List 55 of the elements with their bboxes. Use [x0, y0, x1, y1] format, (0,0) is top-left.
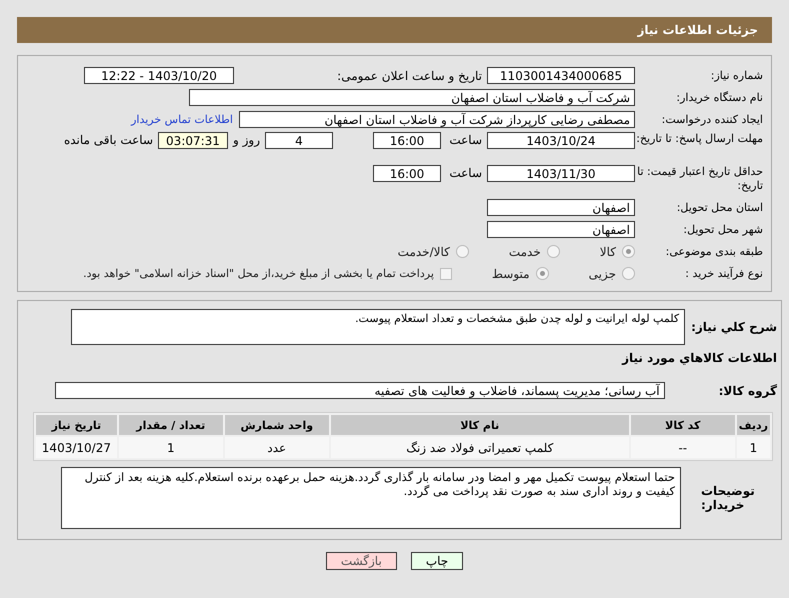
field-label: توضیحات خریدار: [700, 484, 756, 512]
remaining-label: ساعت باقی مانده [62, 132, 154, 149]
table-cell: 1403/10/27 [36, 437, 117, 458]
time-field: 16:00 [373, 165, 441, 182]
announce-date-field: 1403/10/20 - 12:22 [84, 67, 234, 84]
field-label: استان محل تحویل: [676, 201, 764, 214]
field-label: شرح کلي نياز: [690, 320, 777, 334]
goods-group-field: آب رسانی؛ مدیریت پسماند، فاضلاب و فعالیت های تصفیه [54, 382, 665, 399]
field-label: شهر محل تحویل: [682, 223, 764, 236]
description-field: کلمپ لوله ایرانیت و لوله چدن طبق مشخصات و تعداد استعلام پیوست. [71, 309, 686, 345]
field-label: طبقه بندی موضوعی: [664, 245, 764, 258]
payment-checkbox[interactable]: پرداخت تمام یا بخشی از مبلغ خرید،از محل "اسناد خزانه اسلامی" خواهد بود. [83, 267, 452, 280]
table-cell: -- [630, 437, 735, 458]
table-cell: 1 [736, 437, 770, 458]
table-cell: کلمپ تعمیراتی فولاد ضد زنگ [330, 437, 629, 458]
days-label: روز و [232, 132, 261, 149]
column-header: تاریخ نیاز [36, 415, 117, 435]
date-field: 1403/10/24 [487, 132, 635, 149]
remaining-time-field: 03:07:31 [158, 132, 228, 149]
category-radio[interactable]: کالا [600, 244, 635, 258]
date-field: 1403/11/30 [487, 165, 635, 182]
field-label: نوع فرآیند خرید : [684, 267, 764, 280]
column-header: تعداد / مقدار [118, 415, 223, 435]
column-header: ردیف [736, 415, 770, 435]
table-cell: 1 [118, 437, 223, 458]
process-radio[interactable]: متوسط [492, 266, 549, 280]
buyer-contact-link[interactable]: اطلاعات تماس خریدار [131, 113, 239, 126]
time-label: ساعت [448, 165, 483, 182]
back-button[interactable]: بازگشت [326, 552, 397, 570]
field-label: حداقل تاریخ اعتبار قیمت: تا تاریخ: [636, 165, 764, 193]
field-label: گروه کالا: [718, 384, 777, 398]
category-radio[interactable]: کالا/خدمت [398, 244, 469, 258]
time-field: 16:00 [373, 132, 441, 149]
category-radio[interactable]: خدمت [508, 244, 560, 258]
page-title: جزئیات اطلاعات نیاز [637, 23, 758, 37]
field-label: نام دستگاه خریدار: [675, 91, 764, 104]
need-number-field: 1103001434000685 [487, 67, 635, 84]
print-button[interactable]: چاپ [410, 552, 464, 570]
field-label: تاریخ و ساعت اعلان عمومی: [336, 68, 483, 82]
column-header: واحد شمارش [224, 415, 329, 435]
section-title: اطلاعات کالاهاي مورد نياز [620, 350, 777, 365]
process-radio[interactable]: جزیی [588, 266, 635, 280]
buyer-notes-field: حتما استعلام پیوست تکمیل مهر و امضا ودر سامانه بار گذاری گردد.هزینه حمل برعهده برنده استعلام.کلیه هزینه بعد از کنترل کیفیت و روند اداری سند به صورت نقد پرداخت می گردد. [61, 467, 681, 529]
province-field: اصفهان [487, 199, 635, 216]
column-header: نام کالا [330, 415, 629, 435]
column-header: کد کالا [630, 415, 735, 435]
time-label: ساعت [448, 132, 483, 149]
city-field: اصفهان [487, 221, 635, 238]
buyer-org-field: شرکت آب و فاضلاب استان اصفهان [189, 89, 635, 106]
field-label: مهلت ارسال پاسخ: تا تاریخ: [635, 132, 764, 146]
days-field: 4 [265, 132, 333, 149]
table-cell: عدد [224, 437, 329, 458]
field-label: ایجاد کننده درخواست: [660, 113, 764, 126]
field-label: شماره نیاز: [710, 69, 764, 82]
requester-field: مصطفی رضایی کارپرداز شرکت آب و فاضلاب استان اصفهان [239, 111, 635, 128]
